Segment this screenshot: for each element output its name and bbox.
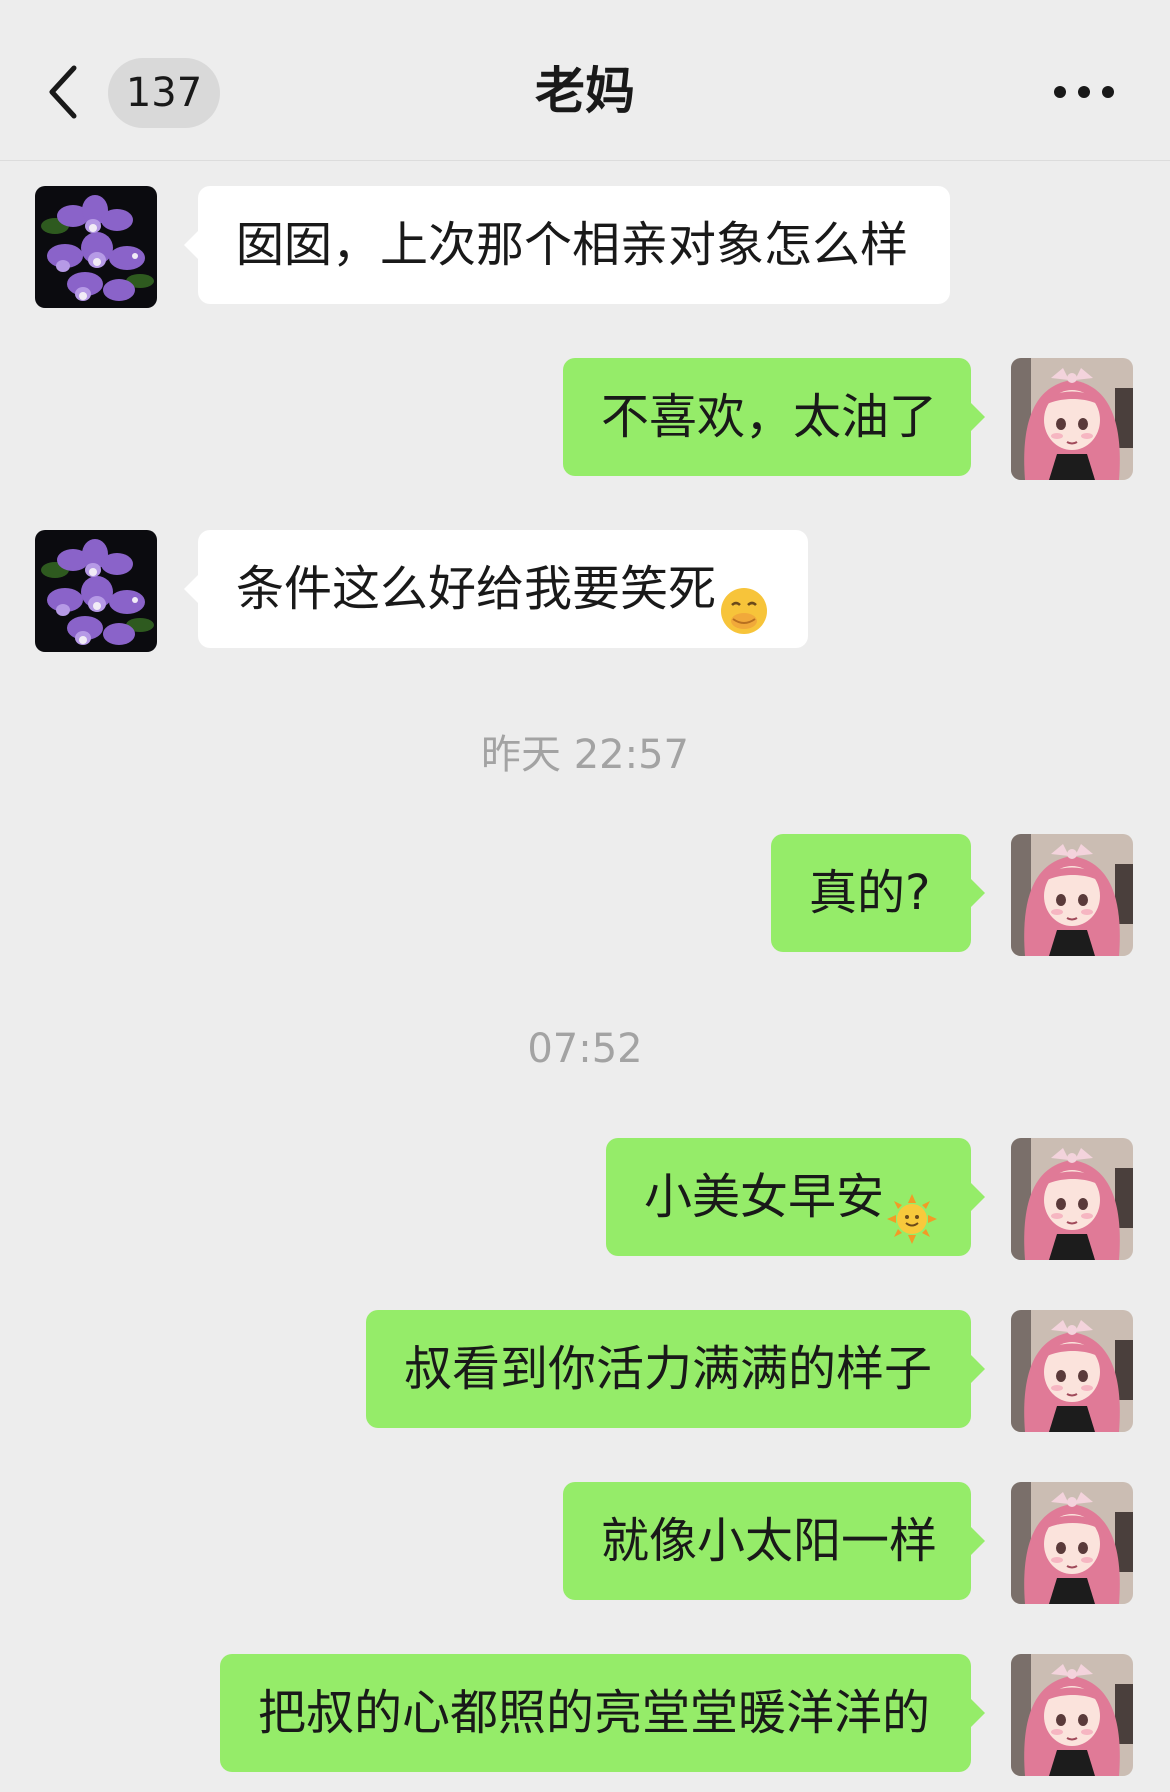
message-text: 不喜欢，太油了 — [601, 389, 938, 445]
self-avatar[interactable] — [1011, 1482, 1133, 1604]
unread-count-badge[interactable]: 137 — [108, 58, 220, 128]
message-bubble-outgoing[interactable]: 不喜欢，太油了 — [563, 358, 985, 476]
self-avatar[interactable] — [1011, 1138, 1133, 1260]
self-avatar[interactable] — [1011, 1654, 1133, 1776]
timestamp: 07:52 — [527, 1026, 643, 1072]
message-text: 叔看到你活力满满的样子 — [404, 1341, 933, 1397]
self-avatar[interactable] — [1011, 358, 1133, 480]
self-avatar[interactable] — [1011, 1310, 1133, 1432]
ellipsis-icon[interactable] — [1054, 80, 1114, 110]
message-text: 真的? — [809, 865, 931, 921]
message-bubble-outgoing[interactable]: 真的? — [771, 834, 985, 952]
message-text: 就像小太阳一样 — [601, 1513, 938, 1569]
message-bubble-incoming[interactable]: 条件这么好给我要笑死 — [184, 530, 808, 648]
contact-avatar[interactable] — [35, 530, 157, 652]
message-bubble-outgoing[interactable]: 小美女早安 — [606, 1138, 985, 1256]
message-bubble-outgoing[interactable]: 叔看到你活力满满的样子 — [366, 1310, 985, 1428]
message-bubble-outgoing[interactable]: 把叔的心都照的亮堂堂暖洋洋的 — [220, 1654, 985, 1772]
chat-header: 137 老妈 — [0, 0, 1170, 161]
chevron-left-icon[interactable] — [44, 62, 84, 122]
message-text: 囡囡，上次那个相亲对象怎么样 — [236, 217, 909, 273]
self-avatar[interactable] — [1011, 834, 1133, 956]
contact-avatar[interactable] — [35, 186, 157, 308]
message-bubble-incoming[interactable]: 囡囡，上次那个相亲对象怎么样 — [184, 186, 950, 304]
face-with-hand-over-mouth-icon — [718, 562, 770, 614]
sun-with-face-icon — [886, 1170, 938, 1222]
timestamp: 昨天 22:57 — [481, 732, 689, 778]
message-bubble-outgoing[interactable]: 就像小太阳一样 — [563, 1482, 985, 1600]
message-text: 条件这么好给我要笑死 — [236, 561, 717, 617]
message-text: 把叔的心都照的亮堂堂暖洋洋的 — [258, 1685, 931, 1741]
message-text: 小美女早安 — [644, 1169, 885, 1225]
